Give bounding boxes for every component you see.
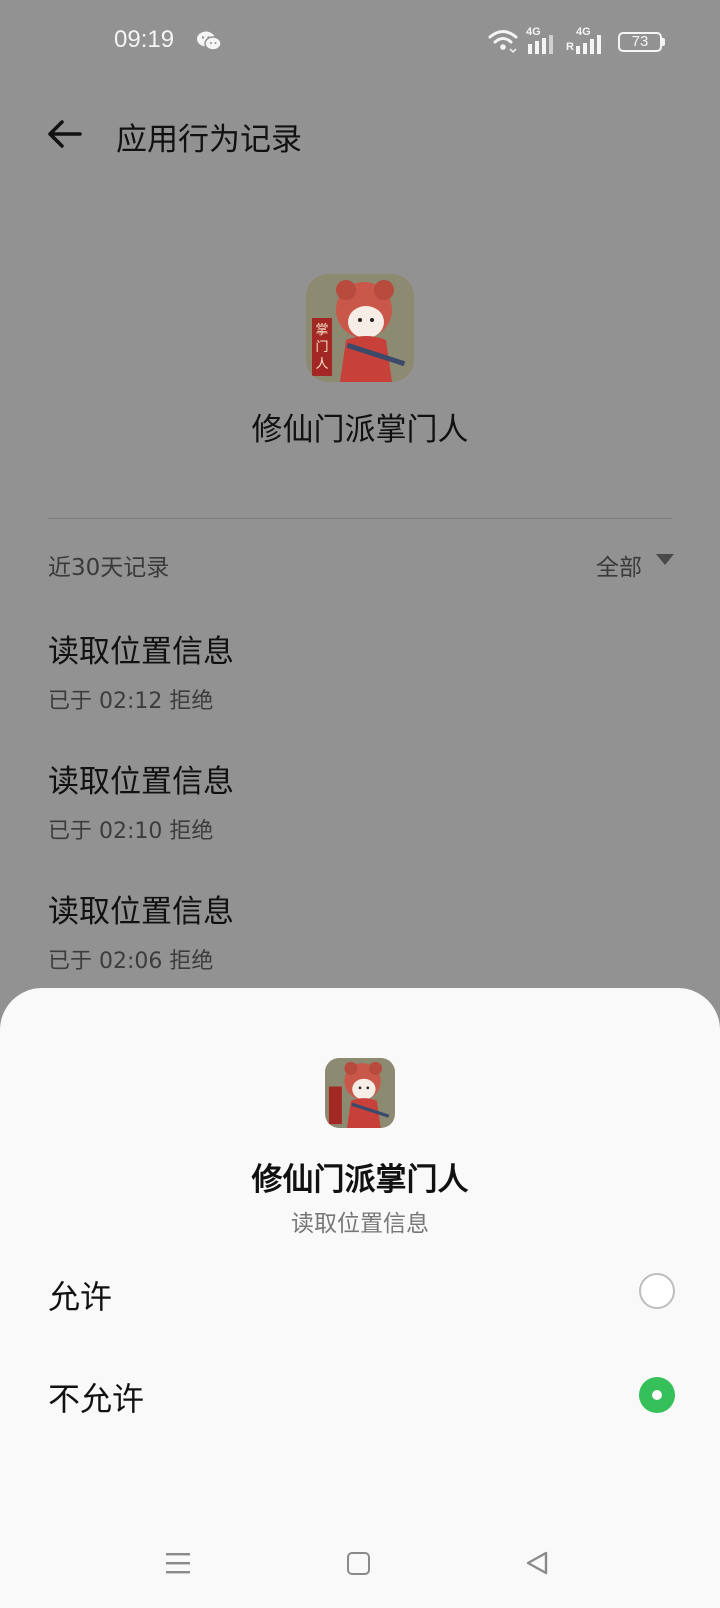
option-deny[interactable]: 不允许 xyxy=(0,1348,720,1440)
roaming-mark: R xyxy=(566,41,574,53)
permission-bottom-sheet: 修仙门派掌门人 读取位置信息 允许 不允许 xyxy=(0,988,720,1608)
signal-icon-sim2: 4G R xyxy=(566,26,608,54)
app-icon-text: 掌门人 xyxy=(315,323,329,372)
filter-dropdown[interactable]: 全部 xyxy=(596,548,642,582)
record-title: 读取位置信息 xyxy=(48,634,234,670)
sheet-permission-name: 读取位置信息 xyxy=(291,1211,429,1237)
sheet-app-name: 修仙门派掌门人 xyxy=(251,1162,469,1198)
option-allow-label: 允许 xyxy=(48,1278,113,1316)
record-detail: 已于 02:12 拒绝 xyxy=(48,689,214,714)
app-name: 修仙门派掌门人 xyxy=(251,412,469,448)
app-icon: 掌门人 xyxy=(306,274,414,382)
record-detail: 已于 02:10 拒绝 xyxy=(48,819,214,844)
app-icon xyxy=(325,1058,395,1128)
signal-icon-sim1: 4G xyxy=(526,26,560,54)
radio-allow[interactable] xyxy=(639,1273,675,1309)
page-title: 应用行为记录 xyxy=(116,122,302,158)
option-deny-label: 不允许 xyxy=(48,1380,145,1418)
screen: 09:19 4G 4G R 73 应用行为记录 掌门人 修仙门派掌门人 近30天… xyxy=(0,0,720,1608)
wechat-icon xyxy=(197,31,222,51)
record-item[interactable]: 读取位置信息 已于 02:06 拒绝 xyxy=(48,886,234,975)
record-title: 读取位置信息 xyxy=(48,894,234,930)
arrow-left-icon[interactable] xyxy=(44,114,84,154)
records-section-label: 近30天记录 xyxy=(48,555,170,581)
home-icon[interactable] xyxy=(347,1552,370,1575)
back-icon[interactable] xyxy=(524,1549,552,1577)
menu-icon[interactable] xyxy=(164,1550,192,1576)
battery-icon: 73 xyxy=(618,32,662,52)
battery-level: 73 xyxy=(631,33,649,50)
record-detail: 已于 02:06 拒绝 xyxy=(48,949,214,974)
record-title: 读取位置信息 xyxy=(48,764,234,800)
radio-deny-selected[interactable] xyxy=(639,1377,675,1413)
option-allow[interactable]: 允许 xyxy=(0,1246,720,1338)
status-time: 09:19 xyxy=(114,26,175,53)
status-bar: 09:19 4G 4G R 73 xyxy=(0,0,720,84)
record-item[interactable]: 读取位置信息 已于 02:10 拒绝 xyxy=(48,756,234,845)
divider xyxy=(48,518,672,519)
battery-tip xyxy=(662,38,665,46)
wifi-icon xyxy=(488,30,518,54)
chevron-down-icon[interactable] xyxy=(656,554,674,565)
record-item[interactable]: 读取位置信息 已于 02:12 拒绝 xyxy=(48,626,234,715)
